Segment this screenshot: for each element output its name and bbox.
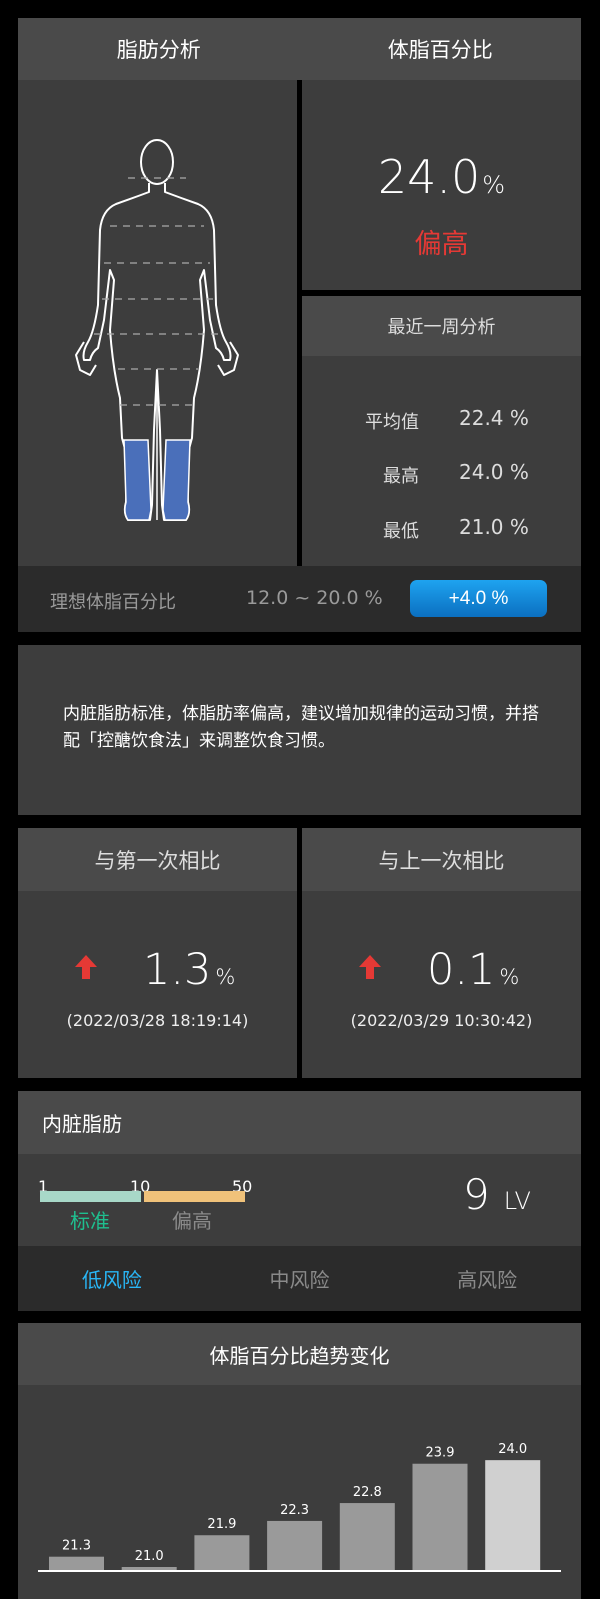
compare-first-unit: % bbox=[215, 965, 236, 989]
arrow-up-icon bbox=[359, 955, 381, 979]
visceral-level-number: 9 bbox=[463, 1170, 490, 1219]
risk-high[interactable]: 高风险 bbox=[393, 1246, 581, 1311]
body-fat-panel: 24.0% 偏高 bbox=[302, 80, 581, 290]
trend-bar-label: 21.9 bbox=[207, 1517, 236, 1532]
week-max-value: 24.0 % bbox=[459, 460, 529, 484]
trend-bar-label: 21.3 bbox=[62, 1539, 91, 1554]
week-analysis-title: 最近一周分析 bbox=[302, 296, 581, 356]
week-max-row: 最高 24.0 % bbox=[302, 458, 581, 488]
trend-bar bbox=[49, 1556, 104, 1571]
week-max-label: 最高 bbox=[383, 466, 419, 487]
trend-bar-label: 22.8 bbox=[353, 1485, 382, 1500]
body-fat-unit: % bbox=[482, 171, 506, 199]
compare-last-value: 0.1% bbox=[427, 945, 519, 995]
trend-bar-label: 24.0 bbox=[498, 1442, 527, 1457]
arrow-up-icon bbox=[75, 955, 97, 979]
trend-bar-label: 22.3 bbox=[280, 1503, 309, 1518]
trend-bar bbox=[194, 1535, 250, 1571]
trend-bar-label: 23.9 bbox=[426, 1446, 455, 1461]
week-average-label: 平均值 bbox=[365, 412, 419, 433]
trend-card: 体脂百分比趋势变化 21.3 21.0 21.9 22.3 22.8 23.9 24.0 bbox=[18, 1323, 581, 1599]
trend-bar-label: 21.0 bbox=[135, 1549, 164, 1564]
segment-standard-label: 标准 bbox=[70, 1209, 110, 1233]
trend-bar bbox=[412, 1463, 468, 1571]
week-min-label: 最低 bbox=[383, 521, 419, 542]
trend-bar bbox=[485, 1460, 541, 1571]
body-fat-number: 24.0 bbox=[377, 150, 481, 204]
week-average-value: 22.4 % bbox=[459, 406, 529, 430]
comparison-card: 与第一次相比 1.3% (2022/03/28 18:19:14) 与上一次相比… bbox=[18, 828, 581, 1078]
trend-title: 体脂百分比趋势变化 bbox=[18, 1323, 581, 1385]
scale-high-segment bbox=[144, 1191, 245, 1202]
trend-bar-chart: 21.3 21.0 21.9 22.3 22.8 23.9 24.0 bbox=[38, 1442, 561, 1572]
ideal-range-bar: 理想体脂百分比 12.0 ~ 20.0 % +4.0 % bbox=[18, 566, 581, 632]
body-figure-panel bbox=[18, 80, 297, 566]
visceral-fat-card: 内脏脂肪 1 10 50 标准 偏高 9 LV 低风险 中风险 高风险 bbox=[18, 1091, 581, 1311]
visceral-level: 9 LV bbox=[463, 1170, 531, 1219]
visceral-level-unit: LV bbox=[503, 1187, 531, 1215]
fat-analysis-card: 脂肪分析 体脂百分比 24.0% 偏高 最近一周分析 平均值 22.4 % 最高… bbox=[18, 18, 581, 632]
segment-high-label: 偏高 bbox=[172, 1209, 212, 1233]
body-figure-icon bbox=[75, 139, 239, 521]
body-fat-status: 偏高 bbox=[414, 229, 469, 260]
compare-first-panel: 与第一次相比 1.3% (2022/03/28 18:19:14) bbox=[18, 828, 297, 1078]
week-min-value: 21.0 % bbox=[459, 515, 529, 539]
compare-first-title: 与第一次相比 bbox=[18, 828, 297, 891]
compare-first-number: 1.3 bbox=[143, 945, 212, 995]
fat-analysis-title: 脂肪分析 bbox=[116, 38, 201, 62]
body-fat-title: 体脂百分比 bbox=[387, 38, 493, 62]
body-fat-value: 24.0% bbox=[302, 150, 581, 204]
compare-last-number: 0.1 bbox=[427, 945, 496, 995]
week-analysis-panel: 最近一周分析 平均值 22.4 % 最高 24.0 % 最低 21.0 % bbox=[302, 296, 581, 566]
week-average-row: 平均值 22.4 % bbox=[302, 404, 581, 434]
week-min-row: 最低 21.0 % bbox=[302, 513, 581, 543]
ideal-range-value: 12.0 ~ 20.0 % bbox=[246, 587, 383, 609]
risk-levels: 低风险 中风险 高风险 bbox=[18, 1246, 581, 1311]
compare-last-unit: % bbox=[499, 965, 520, 989]
advice-text: 内脏脂肪标准，体脂肪率偏高，建议增加规律的运动习惯，并搭配「控醣饮食法」来调整饮… bbox=[63, 704, 539, 751]
analysis-header: 脂肪分析 体脂百分比 bbox=[18, 18, 581, 80]
compare-last-title: 与上一次相比 bbox=[302, 828, 581, 891]
ideal-range-label: 理想体脂百分比 bbox=[50, 592, 176, 613]
risk-low[interactable]: 低风险 bbox=[18, 1246, 206, 1311]
risk-medium[interactable]: 中风险 bbox=[206, 1246, 394, 1311]
compare-first-value: 1.3% bbox=[143, 945, 235, 995]
advice-card: 内脏脂肪标准，体脂肪率偏高，建议增加规律的运动习惯，并搭配「控醣饮食法」来调整饮… bbox=[18, 645, 581, 815]
compare-first-date: (2022/03/28 18:19:14) bbox=[66, 1011, 249, 1030]
scale-standard-segment bbox=[40, 1191, 141, 1202]
visceral-fat-title: 内脏脂肪 bbox=[18, 1091, 581, 1154]
trend-bar bbox=[267, 1520, 323, 1571]
compare-last-panel: 与上一次相比 0.1% (2022/03/29 10:30:42) bbox=[302, 828, 581, 1078]
trend-bar bbox=[339, 1503, 395, 1571]
compare-last-date: (2022/03/29 10:30:42) bbox=[350, 1011, 533, 1030]
ideal-diff-button[interactable]: +4.0 % bbox=[410, 580, 547, 617]
